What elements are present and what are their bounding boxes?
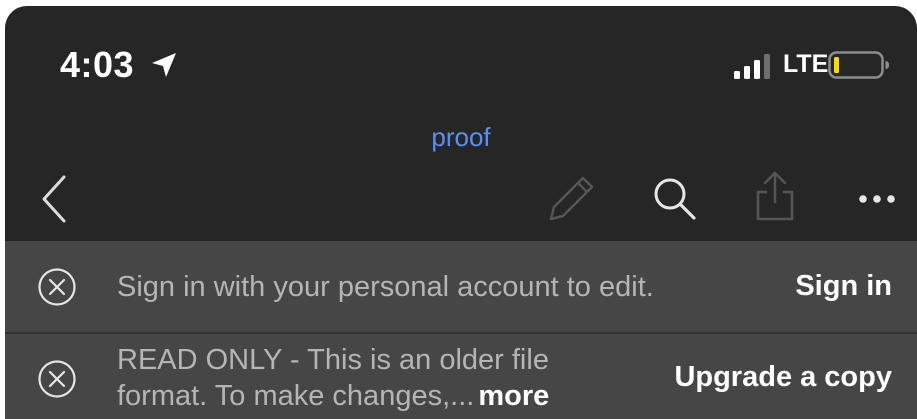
read-only-banner: READ ONLY - This is an older file format… <box>5 334 917 419</box>
document-title[interactable]: proof <box>5 122 917 153</box>
battery-low-icon <box>828 51 889 79</box>
chevron-left-icon[interactable] <box>39 174 69 224</box>
ellipsis-icon[interactable] <box>857 192 897 206</box>
cellular-signal-icon <box>734 54 770 79</box>
upgrade-copy-button[interactable]: Upgrade a copy <box>674 361 892 394</box>
pencil-icon[interactable] <box>547 173 597 223</box>
search-icon[interactable] <box>650 174 698 222</box>
close-icon[interactable] <box>37 359 77 399</box>
read-only-message-line2-text: format. To make changes,... <box>117 380 475 412</box>
read-only-message: READ ONLY - This is an older file format… <box>117 342 617 414</box>
location-arrow-icon <box>152 53 176 77</box>
sign-in-message: Sign in with your personal account to ed… <box>117 271 654 303</box>
network-type: LTE <box>783 50 829 78</box>
more-link[interactable]: more <box>478 380 549 412</box>
share-icon[interactable] <box>753 170 797 222</box>
status-bar: 4:03 LTE <box>5 6 917 116</box>
sign-in-button[interactable]: Sign in <box>795 270 892 303</box>
read-only-message-line2: format. To make changes,... more <box>117 378 617 414</box>
status-time: 4:03 <box>60 44 135 85</box>
sign-in-banner: Sign in with your personal account to ed… <box>5 241 917 332</box>
read-only-message-line1: READ ONLY - This is an older file <box>117 344 549 376</box>
close-icon[interactable] <box>37 267 77 307</box>
app-screen: 4:03 LTE proof Sign in with your persona… <box>5 6 917 419</box>
